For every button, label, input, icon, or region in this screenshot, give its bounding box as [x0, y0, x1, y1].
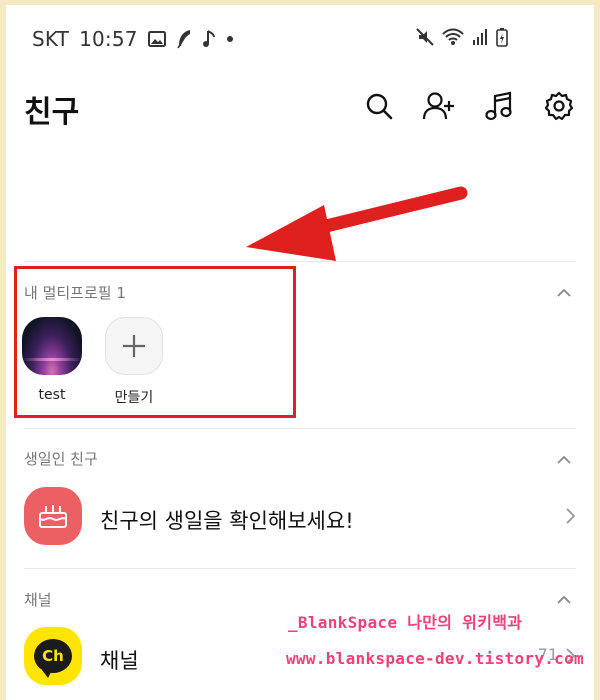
status-right: [416, 27, 508, 47]
channel-badge: Ch: [34, 639, 72, 678]
status-notification-icons: [147, 29, 234, 49]
watermark-line1: _BlankSpace 나만의 위키백과: [288, 613, 523, 632]
watermark-line2: www.blankspace-dev.tistory.com: [286, 649, 584, 668]
wifi-icon: [442, 28, 464, 45]
music-icon[interactable]: [482, 89, 516, 123]
channel-icon[interactable]: Ch: [24, 627, 82, 685]
highlight-box: [14, 266, 296, 418]
section-divider: [24, 568, 576, 569]
settings-icon[interactable]: [542, 89, 576, 123]
add-friend-icon[interactable]: [422, 89, 456, 123]
carrier-label: SKT: [32, 27, 70, 51]
mute-icon: [416, 28, 434, 46]
app-header: 친구: [6, 67, 594, 147]
battery-charging-icon: [496, 28, 508, 47]
gallery-icon: [147, 31, 166, 47]
header-actions: [362, 89, 576, 123]
music-note-icon: [202, 30, 215, 47]
status-bar: SKT 10:57: [6, 5, 594, 67]
dot-icon: [226, 36, 233, 42]
status-left: SKT 10:57: [32, 27, 234, 51]
birthday-cake-icon[interactable]: [24, 487, 82, 545]
chevron-right-icon[interactable]: [564, 507, 576, 529]
page-title: 친구: [24, 95, 80, 130]
channel-section-title: 채널: [24, 591, 52, 609]
feather-icon: [177, 30, 190, 49]
search-icon[interactable]: [362, 89, 396, 123]
section-divider: [24, 428, 576, 429]
channel-row-text[interactable]: 채널: [100, 645, 139, 675]
chevron-up-icon[interactable]: [556, 451, 572, 470]
birthday-row-text[interactable]: 친구의 생일을 확인해보세요!: [100, 505, 354, 535]
chevron-up-icon[interactable]: [556, 591, 572, 610]
signal-icon: [473, 29, 487, 45]
chevron-up-icon[interactable]: [556, 284, 572, 303]
birthday-section-title: 생일인 친구: [24, 450, 98, 468]
clock: 10:57: [79, 27, 138, 51]
app-screen: SKT 10:57 친구 내 멀티프로필 1 test 만들기 생일인 친구 친…: [6, 5, 594, 700]
